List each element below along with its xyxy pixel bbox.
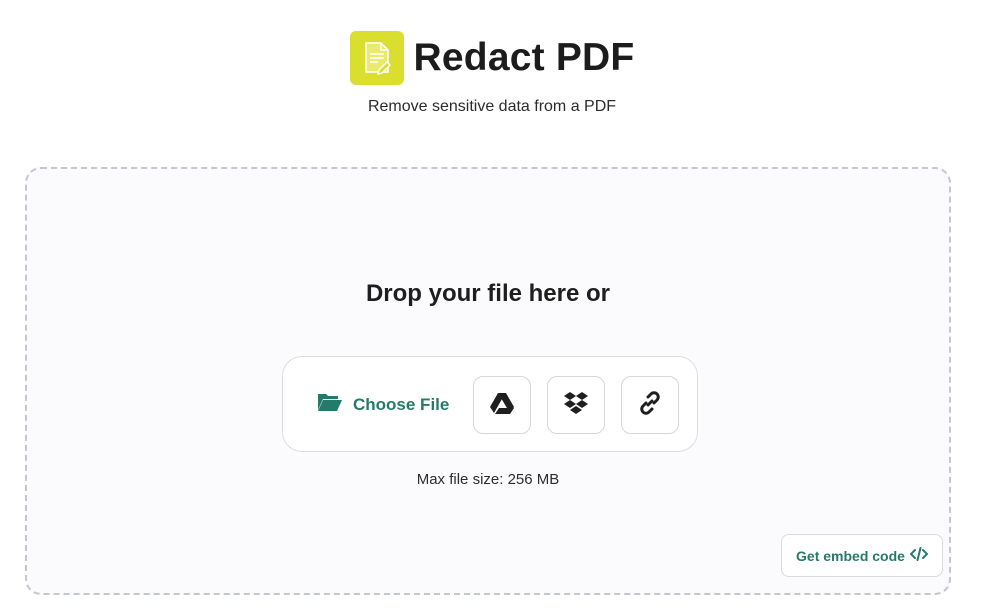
- folder-open-icon: [317, 391, 343, 418]
- title-row: Redact PDF: [0, 30, 984, 86]
- code-icon: [909, 547, 929, 564]
- google-drive-button[interactable]: [473, 376, 531, 434]
- page-title: Redact PDF: [413, 36, 635, 79]
- max-file-size: Max file size: 256 MB: [416, 471, 560, 488]
- page-header: Redact PDF Remove sensitive data from a …: [0, 30, 984, 116]
- drop-prompt: Drop your file here or: [365, 280, 611, 307]
- get-embed-code-button[interactable]: Get embed code: [781, 534, 943, 577]
- embed-label: Get embed code: [796, 547, 905, 564]
- dropbox-button[interactable]: [547, 376, 605, 434]
- google-drive-icon: [489, 392, 515, 419]
- choose-file-button[interactable]: Choose File: [317, 391, 449, 418]
- link-icon: [637, 390, 663, 421]
- file-source-picker: Choose File: [282, 356, 698, 452]
- choose-file-label: Choose File: [353, 394, 450, 414]
- redact-document-icon: [349, 31, 404, 85]
- url-link-button[interactable]: [621, 376, 679, 434]
- page-subtitle: Remove sensitive data from a PDF: [367, 98, 617, 115]
- dropbox-icon: [563, 391, 589, 420]
- file-dropzone[interactable]: Drop your file here or Choose File Max f…: [25, 167, 951, 595]
